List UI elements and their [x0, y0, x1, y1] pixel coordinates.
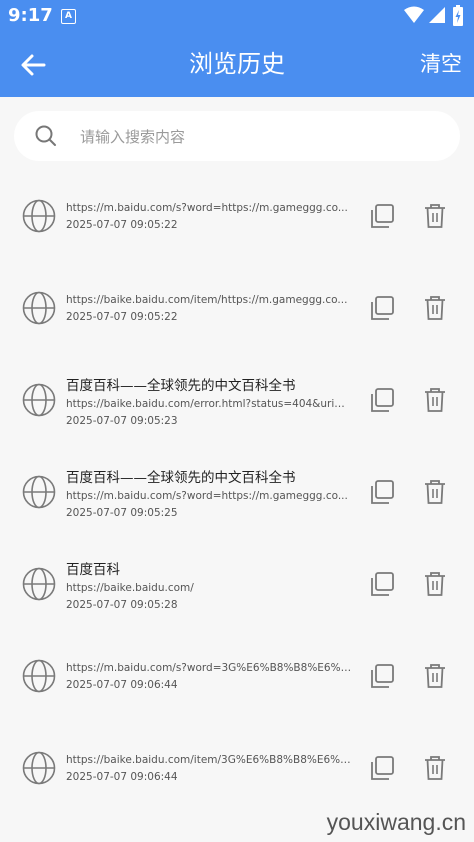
history-item[interactable]: https://baike.baidu.com/item/https://m.g…	[0, 262, 474, 354]
history-item[interactable]: https://baike.baidu.com/item/3G%E6%B8%B8…	[0, 722, 474, 814]
globe-icon	[22, 751, 56, 785]
history-item[interactable]: https://m.baidu.com/s?word=https://m.gam…	[0, 170, 474, 262]
search-icon	[35, 125, 56, 146]
history-time: 2025-07-07 09:06:44	[66, 678, 178, 691]
app-bar: 浏览历史 清空	[0, 32, 474, 97]
status-bar: 9:17 A	[0, 0, 474, 32]
notification-a-icon: A	[61, 9, 76, 24]
copy-icon[interactable]	[368, 387, 396, 415]
status-time: 9:17	[8, 5, 53, 26]
trash-icon[interactable]	[423, 295, 447, 321]
history-url: https://baike.baidu.com/item/https://m.g…	[66, 293, 348, 306]
history-item[interactable]: https://m.baidu.com/s?word=3G%E6%B8%B8%E…	[0, 630, 474, 722]
wifi-icon	[404, 6, 424, 23]
history-url: https://baike.baidu.com/	[66, 581, 194, 594]
globe-icon	[22, 659, 56, 693]
history-item[interactable]: 百度百科——全球领先的中文百科全书 https://baike.baidu.co…	[0, 354, 474, 446]
history-time: 2025-07-07 09:05:22	[66, 310, 178, 323]
history-url: https://m.baidu.com/s?word=https://m.gam…	[66, 489, 348, 502]
history-title: 百度百科	[66, 561, 120, 578]
globe-icon	[22, 199, 56, 233]
globe-icon	[22, 291, 56, 325]
history-title: 百度百科——全球领先的中文百科全书	[66, 469, 296, 486]
history-item[interactable]: 百度百科——全球领先的中文百科全书 https://m.baidu.com/s?…	[0, 446, 474, 538]
copy-icon[interactable]	[368, 479, 396, 507]
history-url: https://m.baidu.com/s?word=3G%E6%B8%B8%E…	[66, 661, 352, 674]
trash-icon[interactable]	[423, 755, 447, 781]
globe-icon	[22, 567, 56, 601]
history-time: 2025-07-07 09:06:44	[66, 770, 178, 783]
search-bar[interactable]	[14, 111, 460, 161]
clear-button[interactable]: 清空	[420, 32, 462, 97]
back-arrow-icon[interactable]	[18, 50, 48, 80]
globe-icon	[22, 475, 56, 509]
watermark: youxiwang.cn	[326, 809, 466, 835]
globe-icon	[22, 383, 56, 417]
history-list: https://m.baidu.com/s?word=https://m.gam…	[0, 170, 474, 814]
battery-icon	[453, 5, 463, 26]
copy-icon[interactable]	[368, 663, 396, 691]
trash-icon[interactable]	[423, 663, 447, 689]
copy-icon[interactable]	[368, 755, 396, 783]
history-time: 2025-07-07 09:05:25	[66, 506, 178, 519]
history-time: 2025-07-07 09:05:23	[66, 414, 178, 427]
trash-icon[interactable]	[423, 479, 447, 505]
copy-icon[interactable]	[368, 295, 396, 323]
search-input[interactable]	[78, 121, 442, 153]
page-title: 浏览历史	[189, 50, 285, 78]
history-url: https://baike.baidu.com/item/3G%E6%B8%B8…	[66, 753, 352, 766]
history-url: https://baike.baidu.com/error.html?statu…	[66, 397, 352, 410]
copy-icon[interactable]	[368, 571, 396, 599]
history-time: 2025-07-07 09:05:28	[66, 598, 178, 611]
signal-icon	[429, 7, 445, 23]
trash-icon[interactable]	[423, 571, 447, 597]
trash-icon[interactable]	[423, 203, 447, 229]
history-title: 百度百科——全球领先的中文百科全书	[66, 377, 296, 394]
trash-icon[interactable]	[423, 387, 447, 413]
copy-icon[interactable]	[368, 203, 396, 231]
history-time: 2025-07-07 09:05:22	[66, 218, 178, 231]
history-item[interactable]: 百度百科 https://baike.baidu.com/ 2025-07-07…	[0, 538, 474, 630]
history-url: https://m.baidu.com/s?word=https://m.gam…	[66, 201, 348, 214]
